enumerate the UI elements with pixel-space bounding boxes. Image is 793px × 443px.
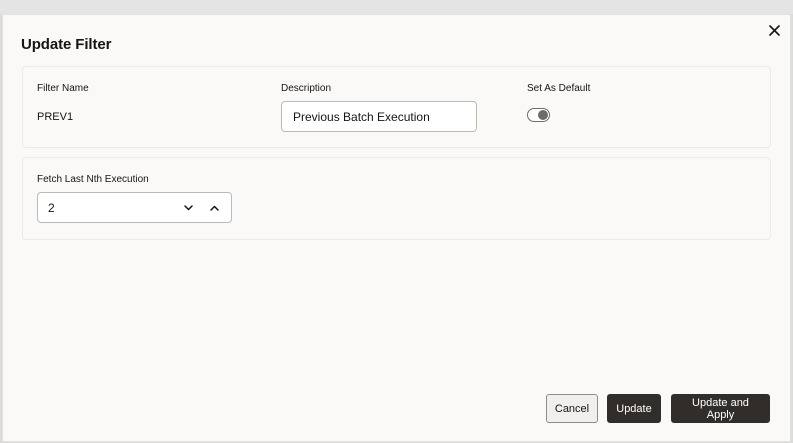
set-as-default-toggle[interactable] <box>527 108 550 122</box>
set-as-default-label: Set As Default <box>527 83 591 94</box>
decrement-button[interactable] <box>180 199 196 217</box>
description-input[interactable] <box>281 101 477 132</box>
chevron-down-icon <box>183 205 193 211</box>
execution-count-stepper[interactable]: 2 <box>37 192 232 223</box>
toggle-knob <box>538 110 548 120</box>
page-background-strip <box>0 0 793 14</box>
dialog-title: Update Filter <box>21 36 112 53</box>
chevron-up-icon <box>209 205 219 211</box>
filter-name-value: PREV1 <box>37 111 74 123</box>
close-icon <box>768 24 780 36</box>
update-button[interactable]: Update <box>607 394 661 423</box>
filter-name-label: Filter Name <box>37 83 89 94</box>
close-button[interactable] <box>766 21 782 39</box>
description-label: Description <box>281 83 332 94</box>
update-and-apply-button[interactable]: Update and Apply <box>671 394 770 423</box>
cancel-button[interactable]: Cancel <box>546 394 598 423</box>
increment-button[interactable] <box>206 199 222 217</box>
execution-count-value: 2 <box>48 201 55 215</box>
fetch-last-nth-execution-label: Fetch Last Nth Execution <box>37 174 149 185</box>
